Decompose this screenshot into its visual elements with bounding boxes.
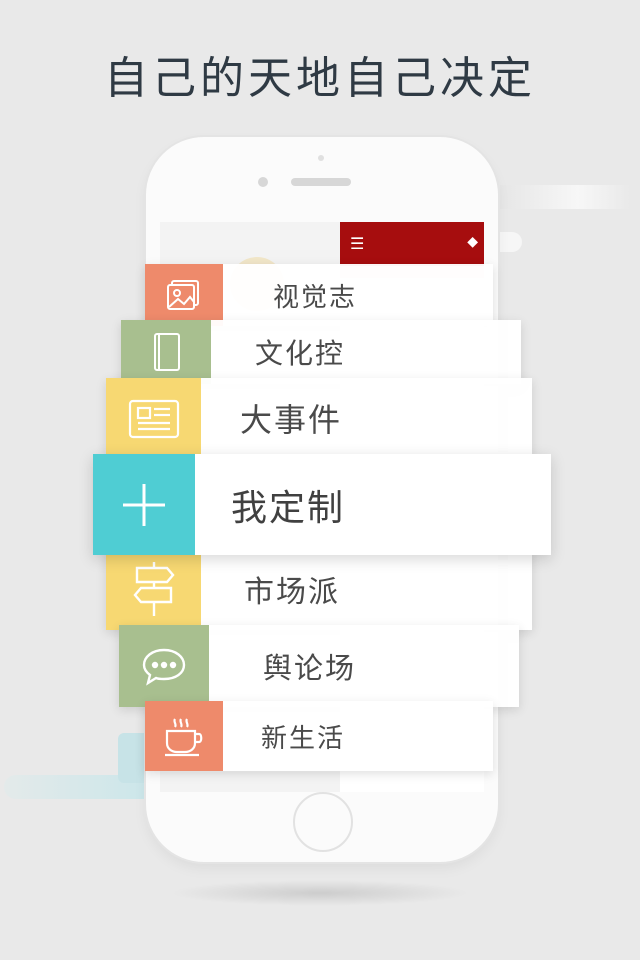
front-camera [258, 177, 268, 187]
menu-item-lifestyle[interactable]: 新生活 [145, 701, 493, 771]
signpost-icon [127, 558, 181, 620]
menu-item-label: 视觉志 [273, 282, 358, 313]
app-header: ☰ ◆ [340, 222, 484, 266]
menu-item-visual[interactable]: 视觉志 [145, 264, 493, 326]
page-headline: 自己的天地自己决定 [104, 53, 536, 104]
home-button[interactable] [293, 792, 353, 852]
book-icon [146, 330, 186, 374]
decorative-streak [500, 185, 630, 209]
menu-item-label: 我定制 [231, 487, 346, 529]
menu-item-events[interactable]: 大事件 [106, 378, 532, 458]
image-icon [164, 275, 204, 315]
menu-icon-box [93, 454, 195, 555]
newspaper-icon [126, 393, 182, 443]
brand-logo-icon: ◆ [467, 234, 478, 250]
coffee-cup-icon [161, 715, 207, 757]
phone-shadow [170, 880, 470, 906]
menu-icon-box [106, 548, 201, 630]
menu-icon-box [145, 264, 223, 326]
menu-icon-box [106, 378, 201, 458]
menu-item-opinion[interactable]: 舆论场 [119, 625, 519, 707]
sensor-dot [318, 155, 324, 161]
menu-item-label: 文化控 [255, 337, 346, 370]
plus-icon [119, 480, 169, 530]
menu-item-custom[interactable]: 我定制 [93, 454, 551, 555]
menu-item-market[interactable]: 市场派 [106, 548, 532, 630]
chat-bubble-icon [140, 644, 188, 688]
menu-item-label: 市场派 [244, 575, 340, 610]
menu-icon-box [145, 701, 223, 771]
menu-icon: ☰ [350, 234, 365, 253]
menu-item-label: 新生活 [261, 723, 346, 754]
menu-icon-box [121, 320, 211, 384]
menu-icon-box [119, 625, 209, 707]
earpiece-speaker [291, 178, 351, 186]
menu-item-culture[interactable]: 文化控 [121, 320, 521, 384]
menu-item-label: 舆论场 [263, 651, 357, 685]
menu-item-label: 大事件 [240, 401, 343, 439]
